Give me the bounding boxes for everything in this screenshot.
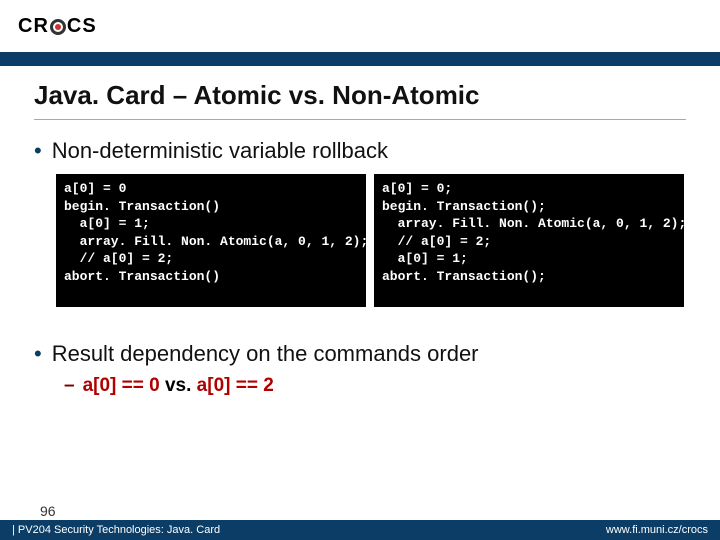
cmp-left: a[0] == 0 (83, 375, 160, 396)
footer-left: | PV204 Security Technologies: Java. Car… (12, 524, 220, 536)
cmp-right: a[0] == 2 (197, 375, 274, 396)
logo-o-icon (50, 19, 66, 35)
logo-text-pre: CR (18, 15, 49, 38)
header-bar: CR CS (0, 0, 720, 52)
bullet-result-dependency: • Result dependency on the commands orde… (34, 341, 686, 367)
dash-icon: – (64, 375, 75, 397)
bullet-dot-icon: • (34, 138, 42, 164)
header-stripe (0, 52, 720, 66)
footer-right: www.fi.muni.cz/crocs (606, 524, 708, 536)
bullet2-text: Result dependency on the commands order (52, 341, 479, 367)
bullet-dot-icon: • (34, 341, 42, 367)
bullet-nondeterministic: • Non-deterministic variable rollback (34, 138, 686, 164)
code-panel-left: a[0] = 0 begin. Transaction() a[0] = 1; … (56, 174, 366, 307)
crocs-logo: CR CS (18, 15, 97, 38)
cmp-vs: vs. (165, 375, 197, 396)
code-panel-right: a[0] = 0; begin. Transaction(); array. F… (374, 174, 684, 307)
sub-bullet-comparison: – a[0] == 0 vs. a[0] == 2 (64, 375, 686, 397)
logo-text-post: CS (67, 15, 97, 38)
slide-content: Java. Card – Atomic vs. Non-Atomic • Non… (0, 66, 720, 397)
page-number: 96 (40, 503, 56, 519)
code-panels: a[0] = 0 begin. Transaction() a[0] = 1; … (56, 174, 686, 307)
slide-title: Java. Card – Atomic vs. Non-Atomic (34, 80, 686, 120)
bullet1-text: Non-deterministic variable rollback (52, 138, 388, 164)
footer-bar: | PV204 Security Technologies: Java. Car… (0, 520, 720, 540)
